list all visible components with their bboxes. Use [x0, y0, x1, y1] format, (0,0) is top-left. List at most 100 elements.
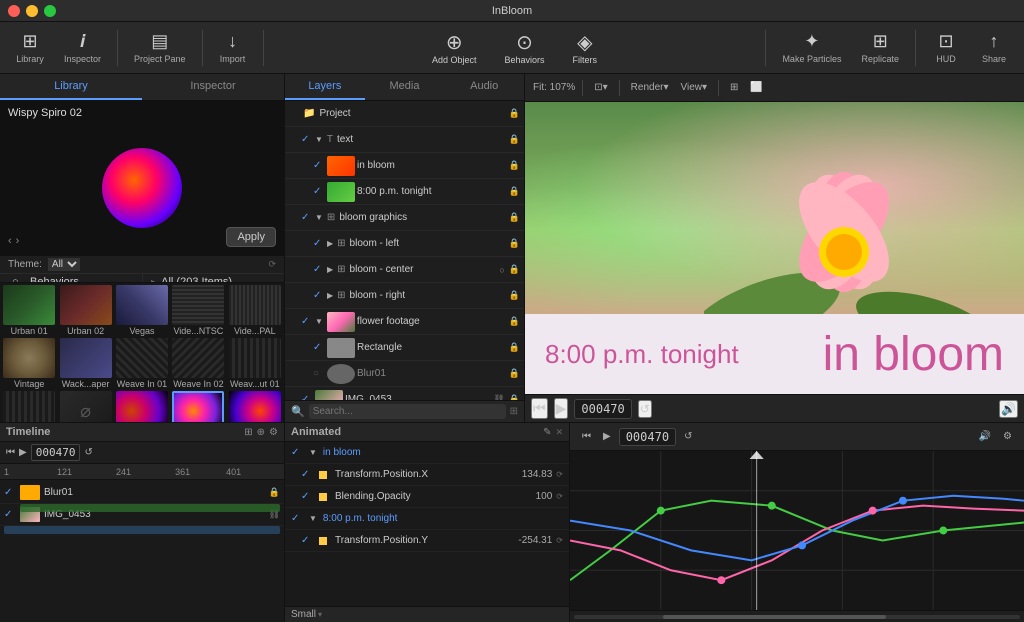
loop-button[interactable]: ↺: [638, 400, 652, 418]
library-row: ○ Behaviors ◈ Filters ◇ Generators ✦ Par…: [0, 274, 284, 282]
timeline-grid-icon[interactable]: ⊞: [244, 427, 252, 438]
thumb-wireframe[interactable]: ⌀ Wiref...ntour: [58, 391, 112, 422]
layer-bloom-center[interactable]: ✓ ▶ ⊞ bloom - center ○ 🔒: [285, 257, 524, 283]
timeline-settings-icon[interactable]: ⚙: [269, 427, 278, 438]
tl-skip-back[interactable]: ⏮: [6, 447, 15, 458]
kf-play[interactable]: ▶: [599, 429, 615, 444]
text-lock-icon: 🔒: [509, 134, 520, 145]
sub-item-all[interactable]: ▶ All (203 Items): [143, 274, 284, 282]
blur-lock-icon: 🔒: [509, 368, 520, 379]
play-button[interactable]: ▶: [554, 398, 569, 419]
timeline-icons: ⊞ ⊕ ⚙: [244, 427, 278, 438]
thumb-wack[interactable]: Wack...aper: [58, 338, 112, 389]
anim-position-y[interactable]: ✓ Transform.Position.Y -254.31 ⟳: [285, 530, 569, 552]
tab-library[interactable]: Library: [0, 74, 142, 100]
grid-view-icon[interactable]: ⊞: [510, 406, 518, 417]
keyframe-graph: [570, 451, 1024, 610]
render-button[interactable]: Render▾: [627, 80, 673, 95]
layer-bloom-graphics[interactable]: ✓ ▼ ⊞ bloom graphics 🔒: [285, 205, 524, 231]
window-controls[interactable]: [8, 5, 56, 17]
theme-select[interactable]: All: [48, 258, 80, 271]
thumb-ntsc[interactable]: Vide...NTSC: [171, 285, 225, 336]
layer-blur01[interactable]: ○ Blur01 🔒: [285, 361, 524, 387]
filters-button[interactable]: ◈ Filters: [563, 26, 608, 69]
anim-position-x[interactable]: ✓ Transform.Position.X 134.83 ⟳: [285, 464, 569, 486]
layer-8pm-tonight[interactable]: ✓ 8:00 p.m. tonight 🔒: [285, 179, 524, 205]
thumb-weave1[interactable]: Weave In 01: [115, 338, 169, 389]
volume-button[interactable]: 🔊: [999, 400, 1018, 418]
next-arrow[interactable]: ›: [16, 235, 20, 247]
thumb-weaveout2[interactable]: Weav...ut 02: [2, 391, 56, 422]
animated-close-icon[interactable]: ✕: [555, 427, 563, 438]
thumb-pal[interactable]: Vide...PAL: [228, 285, 282, 336]
project-folder-icon: 📁: [303, 108, 315, 119]
layer-in-bloom[interactable]: ✓ in bloom 🔒: [285, 153, 524, 179]
thumb-weaveout1[interactable]: Weav...ut 01: [228, 338, 282, 389]
thumb-vintage[interactable]: Vintage: [2, 338, 56, 389]
tl-play[interactable]: ▶: [19, 447, 27, 458]
layer-rectangle[interactable]: ✓ Rectangle 🔒: [285, 335, 524, 361]
layer-search-input[interactable]: [309, 404, 506, 419]
layer-img0453[interactable]: ✓ IMG_0453 ⛓ 🔒: [285, 387, 524, 400]
thumb-img-wispy03: [229, 391, 281, 422]
kf-scroll-track[interactable]: [574, 615, 1020, 619]
aspect-button[interactable]: ⬜: [746, 80, 766, 95]
add-object-button[interactable]: ⊕ Add Object: [422, 26, 487, 69]
left-panel: Library Inspector Wispy Spiro 02 ‹ › App…: [0, 74, 285, 422]
tab-media[interactable]: Media: [365, 74, 445, 100]
inspector-button[interactable]: 𝒊 Inspector: [56, 27, 109, 68]
behaviors-button[interactable]: ⊙ Behaviors: [495, 26, 555, 69]
kf-loop[interactable]: ↺: [680, 429, 696, 444]
zoom-select[interactable]: ⊡▾: [590, 80, 611, 95]
anim-opacity[interactable]: ✓ Blending.Opacity 100 ⟳: [285, 486, 569, 508]
grid-button[interactable]: ⊞: [726, 80, 742, 95]
thumb-wispy03[interactable]: Wisp...iro 03: [228, 391, 282, 422]
timeline-panel: Timeline ⊞ ⊕ ⚙ ⏮ ▶ 000470 ↺ 1 121 241 36…: [0, 423, 285, 622]
tl-row-blur01[interactable]: ✓ Blur01 🔒: [0, 482, 284, 504]
kf-settings[interactable]: ⚙: [999, 429, 1016, 444]
timeline-add-icon[interactable]: ⊕: [257, 427, 265, 438]
share-button[interactable]: ↑ Share: [972, 27, 1016, 68]
thumb-wispy02[interactable]: Wisp...iro 02: [171, 391, 225, 422]
thumb-wispy01[interactable]: Wisp...iro 01: [115, 391, 169, 422]
prev-arrow[interactable]: ‹: [8, 235, 12, 247]
make-particles-button[interactable]: ✦ Make Particles: [774, 27, 849, 68]
thumb-weave2[interactable]: Weave In 02: [171, 338, 225, 389]
bloom-graphics-expand-icon: ▼: [315, 213, 323, 222]
kf-skip-back[interactable]: ⏮: [578, 429, 595, 444]
refresh-icon[interactable]: ⟳: [268, 259, 276, 270]
animated-edit-icon[interactable]: ✎: [543, 427, 551, 438]
apply-button[interactable]: Apply: [226, 227, 276, 247]
replicate-button[interactable]: ⊞ Replicate: [853, 27, 907, 68]
tab-inspector[interactable]: Inspector: [142, 74, 284, 100]
tl-loop[interactable]: ↺: [84, 447, 92, 458]
library-button[interactable]: ⊞ Library: [8, 27, 52, 68]
project-pane-button[interactable]: ▤ Project Pane: [126, 27, 194, 68]
layer-text-group[interactable]: ✓ ▼ T text 🔒: [285, 127, 524, 153]
layer-thumb-img: [315, 390, 343, 401]
library-item-behaviors[interactable]: ○ Behaviors: [0, 274, 142, 282]
thumb-vegas[interactable]: Vegas: [115, 285, 169, 336]
maximize-button[interactable]: [44, 5, 56, 17]
kf-timecode: 000470: [619, 428, 676, 446]
tl-thumb-blur01: [20, 485, 40, 500]
view-button[interactable]: View▾: [676, 80, 711, 95]
thumb-urban02[interactable]: Urban 02: [58, 285, 112, 336]
skip-back-button[interactable]: ⏮: [531, 398, 548, 419]
bloom-right-expand-icon: ▶: [327, 291, 333, 300]
layer-project[interactable]: 📁 Project 🔒: [285, 101, 524, 127]
layer-bloom-left[interactable]: ✓ ▶ ⊞ bloom - left 🔒: [285, 231, 524, 257]
hud-button[interactable]: ⊡ HUD: [924, 27, 968, 68]
close-button[interactable]: [8, 5, 20, 17]
tab-layers[interactable]: Layers: [285, 74, 365, 100]
tab-audio[interactable]: Audio: [444, 74, 524, 100]
anim-in-bloom-group[interactable]: ✓ ▼ in bloom: [285, 442, 569, 464]
anim-8pm-group[interactable]: ✓ ▼ 8:00 p.m. tonight: [285, 508, 569, 530]
minimize-button[interactable]: [26, 5, 38, 17]
kf-volume[interactable]: 🔊: [975, 429, 995, 444]
video-text-time: 8:00 p.m. tonight: [525, 339, 759, 370]
thumb-urban01[interactable]: Urban 01: [2, 285, 56, 336]
layer-bloom-right[interactable]: ✓ ▶ ⊞ bloom - right 🔒: [285, 283, 524, 309]
import-button[interactable]: ↓ Import: [211, 27, 255, 68]
layer-flower-footage[interactable]: ✓ ▼ flower footage 🔒: [285, 309, 524, 335]
